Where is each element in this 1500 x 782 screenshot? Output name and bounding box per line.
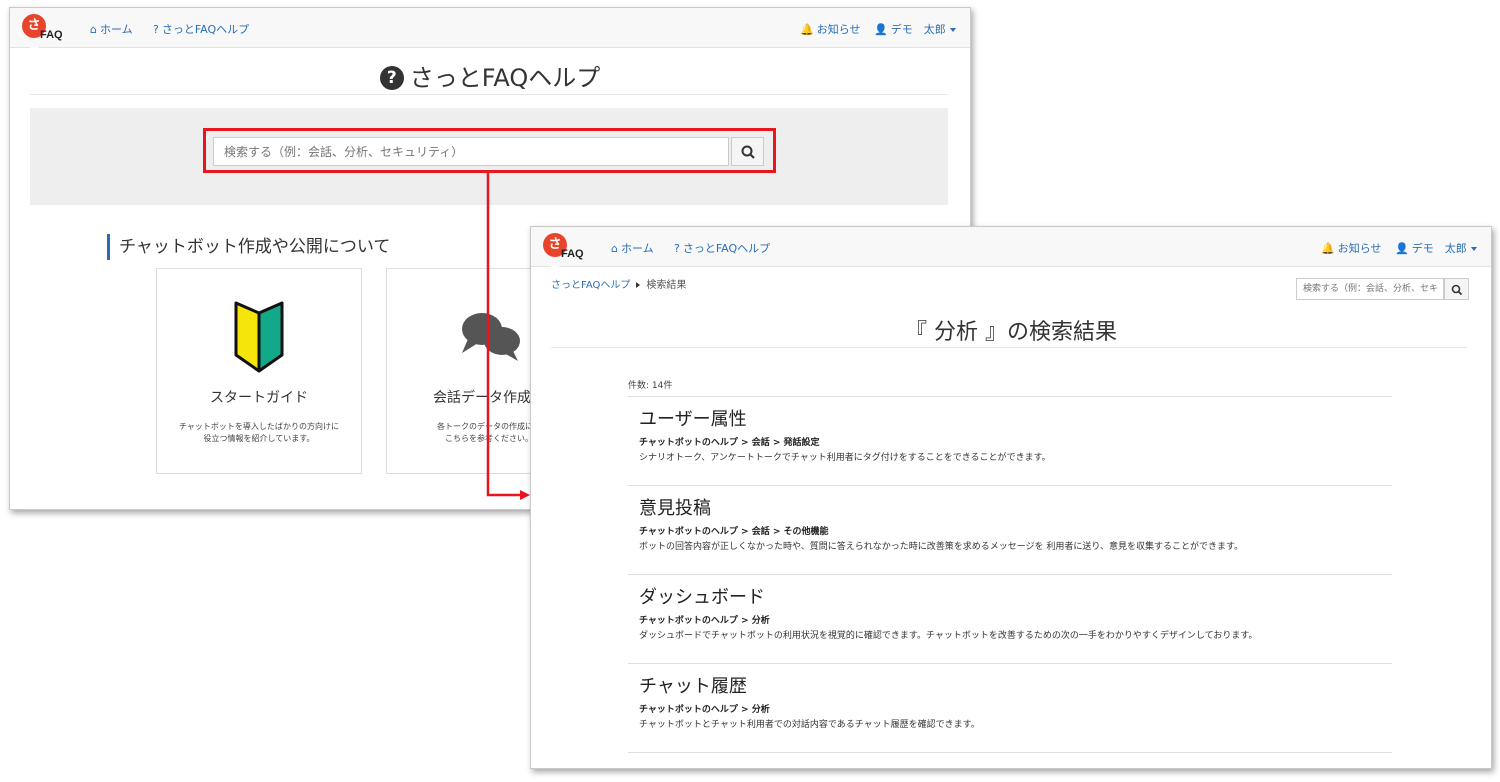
breadcrumb-current: 検索結果 [646, 280, 687, 291]
result-desc: チャットボットとチャット利用者での対話内容であるチャット履歴を確認できます。 [639, 720, 980, 730]
breadcrumb-root-link[interactable]: さっとFAQヘルプ [551, 280, 630, 291]
list-divider [628, 752, 1392, 753]
result-path: チャットボットのヘルプ > 分析 [639, 705, 770, 715]
search-icon [1451, 284, 1463, 296]
breadcrumb: さっとFAQヘルプ 検索結果 [551, 276, 686, 291]
logo-text: FAQ [561, 248, 584, 260]
result-list: ユーザー属性 チャットボットのヘルプ > 会話 > 発話設定 シナリオトーク、ア… [628, 396, 1392, 753]
result-desc: ボットの回答内容が正しくなかった時や、質問に答えられなかった時に改善策を求めるメ… [639, 542, 1244, 552]
nav-notice-link[interactable]: 🔔 お知らせ [1321, 240, 1381, 256]
result-title[interactable]: ダッシュボード [639, 587, 1392, 609]
search-button[interactable] [1444, 278, 1469, 300]
result-title[interactable]: チャット履歴 [639, 676, 1392, 698]
result-title[interactable]: 意見投稿 [639, 498, 1392, 520]
nav-user-label: デモ 太郎 [1411, 242, 1467, 255]
result-item[interactable]: 意見投稿 チャットボットのヘルプ > 会話 > その他機能 ボットの回答内容が正… [628, 485, 1392, 574]
result-item[interactable]: チャット履歴 チャットボットのヘルプ > 分析 チャットボットとチャット利用者で… [628, 663, 1392, 752]
user-icon: 👤 [1395, 242, 1409, 255]
result-desc: ダッシュボードでチャットボットの利用状況を視覚的に確認できます。チャットボットを… [639, 631, 1258, 641]
search-input[interactable] [1296, 278, 1444, 300]
top-navbar: さっ FAQ ⌂ ホーム ? さっとFAQヘルプ 🔔 お知らせ 👤 デモ 太郎 [531, 227, 1491, 276]
result-path: チャットボットのヘルプ > 会話 > 発話設定 [639, 438, 820, 448]
result-title[interactable]: ユーザー属性 [639, 409, 1392, 431]
nav-home-link[interactable]: ⌂ ホーム [611, 240, 654, 256]
nav-home-label: ホーム [620, 242, 654, 255]
result-item[interactable]: ユーザー属性 チャットボットのヘルプ > 会話 > 発話設定 シナリオトーク、ア… [628, 396, 1392, 485]
logo[interactable]: さっ FAQ [543, 233, 591, 276]
result-count: 件数: 14件 [628, 381, 673, 391]
caret-down-icon [1470, 247, 1477, 251]
question-circle-icon: ? [674, 242, 680, 255]
nav-help-label: さっとFAQヘルプ [682, 242, 771, 255]
result-desc: シナリオトーク、アンケートトークでチャット利用者にタグ付けをすることをできること… [639, 453, 1051, 463]
nav-user-menu[interactable]: 👤 デモ 太郎 [1395, 240, 1477, 256]
home-icon: ⌂ [611, 242, 618, 255]
breadcrumb-separator-icon [636, 282, 641, 288]
title-divider [551, 347, 1467, 348]
nav-notice-label: お知らせ [1337, 242, 1382, 255]
bell-icon: 🔔 [1321, 242, 1335, 255]
result-path: チャットボットのヘルプ > 会話 > その他機能 [639, 527, 829, 537]
result-item[interactable]: ダッシュボード チャットボットのヘルプ > 分析 ダッシュボードでチャットボット… [628, 574, 1392, 663]
page-title: 『 分析 』の検索結果 [905, 320, 1117, 345]
result-path: チャットボットのヘルプ > 分析 [639, 616, 770, 626]
search-results-window: さっ FAQ ⌂ ホーム ? さっとFAQヘルプ 🔔 お知らせ 👤 デモ 太郎 さっとF… [530, 226, 1492, 769]
nav-help-link[interactable]: ? さっとFAQヘルプ [674, 240, 770, 256]
